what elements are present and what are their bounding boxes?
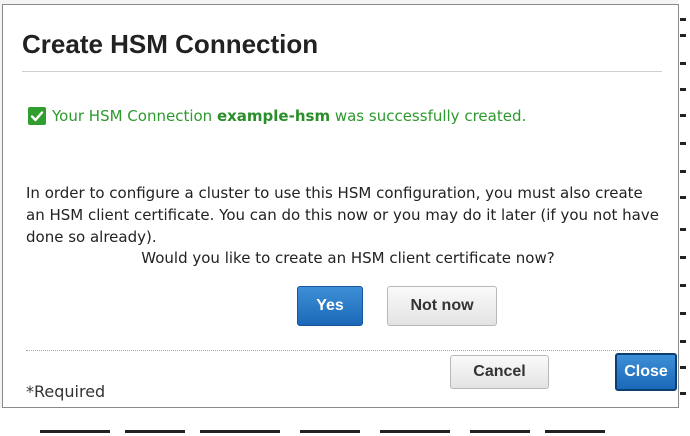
footer-divider xyxy=(26,350,660,351)
required-note: *Required xyxy=(26,382,106,401)
dialog-title: Create HSM Connection xyxy=(22,29,319,59)
prompt-question: Would you like to create an HSM client c… xyxy=(141,249,555,267)
background-page-bottom xyxy=(0,408,690,436)
success-prefix: Your HSM Connection xyxy=(52,107,217,125)
instruction-text: In order to configure a cluster to use t… xyxy=(26,184,659,246)
cancel-button[interactable]: Cancel xyxy=(450,355,549,389)
hsm-connection-name: example-hsm xyxy=(216,107,331,125)
success-message: Your HSM Connection example-hsm was succ… xyxy=(28,105,526,127)
close-button[interactable]: Close xyxy=(615,353,677,391)
title-divider xyxy=(22,71,662,72)
checkmark-icon xyxy=(28,107,46,125)
background-page-edge xyxy=(678,0,690,436)
yes-button[interactable]: Yes xyxy=(297,286,363,326)
success-suffix: was successfully created. xyxy=(330,107,527,125)
create-hsm-connection-dialog: Create HSM Connection Your HSM Connectio… xyxy=(2,4,679,408)
not-now-button[interactable]: Not now xyxy=(387,286,497,326)
